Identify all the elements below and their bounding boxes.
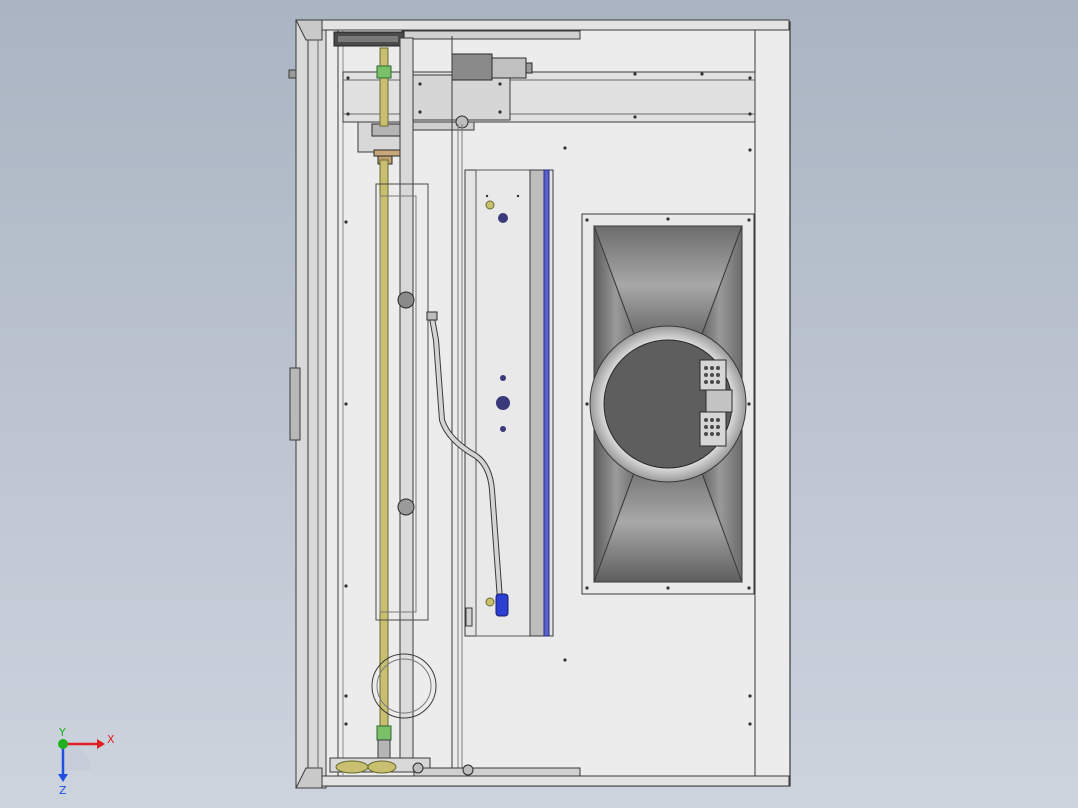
blue-seal-strip: [543, 169, 550, 637]
y-axis-dot: [58, 739, 68, 749]
upper-fitting-green: [376, 65, 392, 79]
exhaust-fan-unit: [581, 213, 755, 595]
center-panel: [464, 169, 554, 637]
z-axis-arrowhead: [58, 774, 68, 782]
assembly-model-view[interactable]: [0, 0, 1078, 808]
x-axis-arrowhead: [97, 739, 105, 749]
hose-handle[interactable]: [495, 593, 509, 617]
lower-fitting-green: [376, 725, 392, 741]
x-axis-label: X: [107, 733, 115, 746]
orientation-triad: X Y Z: [58, 728, 115, 797]
cad-graphics-viewport[interactable]: X Y Z: [0, 0, 1078, 808]
guide-tube: [397, 37, 415, 769]
y-axis-label: Y: [58, 728, 66, 739]
z-axis-label: Z: [59, 784, 67, 797]
